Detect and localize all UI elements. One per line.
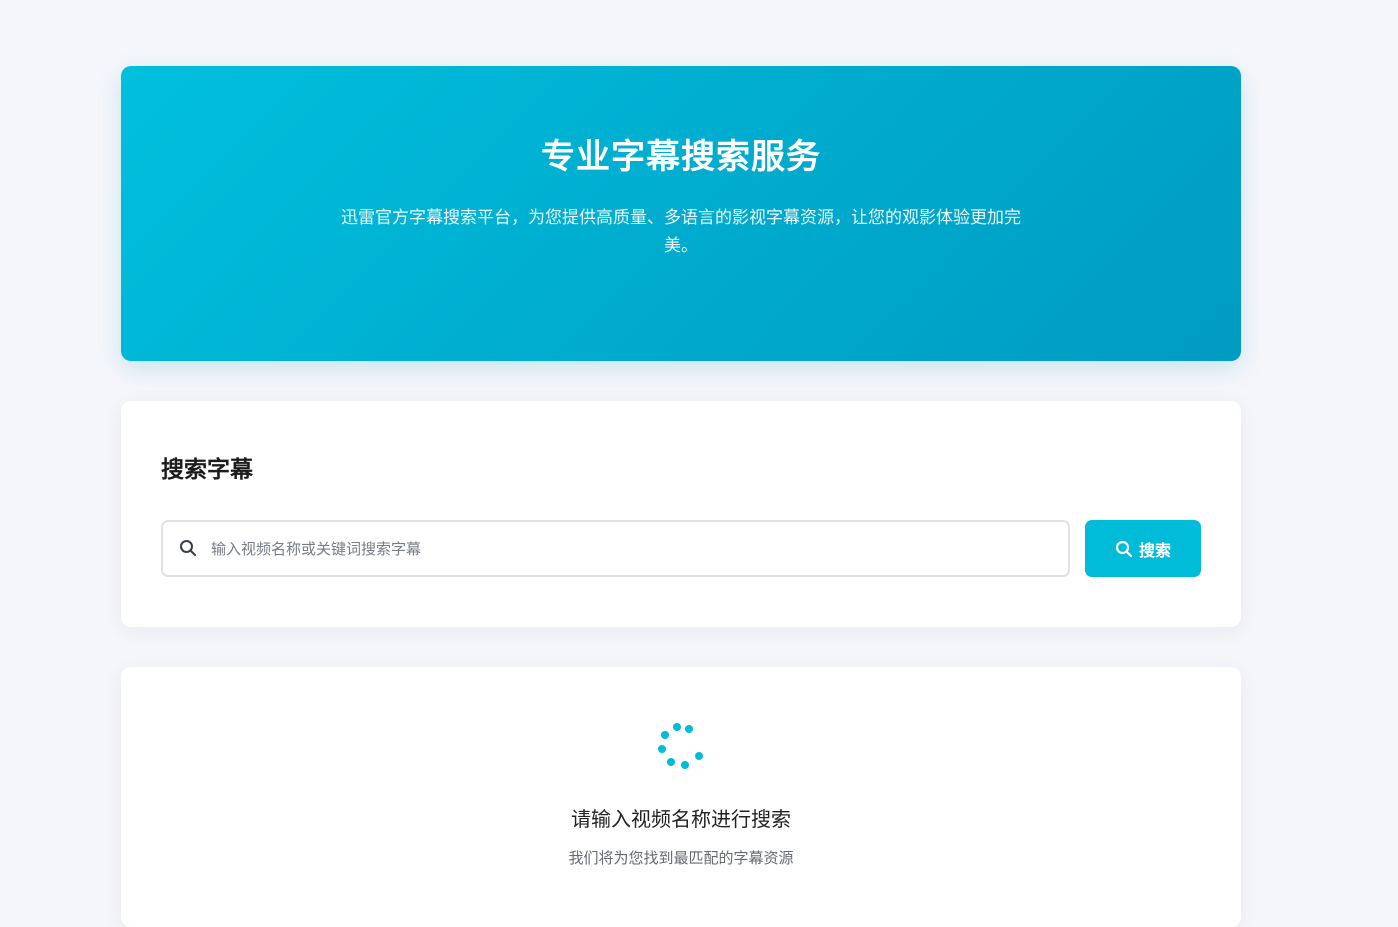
search-box[interactable] — [161, 520, 1070, 577]
hero-banner: 专业字幕搜索服务 迅雷官方字幕搜索平台，为您提供高质量、多语言的影视字幕资源，让… — [121, 66, 1241, 361]
hero-subtitle: 迅雷官方字幕搜索平台，为您提供高质量、多语言的影视字幕资源，让您的观影体验更加完… — [341, 208, 1021, 256]
search-button-label: 搜索 — [1138, 540, 1171, 560]
search-button[interactable]: 搜索 — [1085, 520, 1201, 577]
search-icon — [180, 540, 196, 556]
search-card: 搜索字幕 搜索 — [121, 401, 1241, 627]
search-section-title: 搜索字幕 — [161, 457, 253, 483]
search-input[interactable] — [211, 522, 1051, 575]
results-card: 请输入视频名称进行搜索 我们将为您找到最匹配的字幕资源 — [121, 667, 1241, 927]
search-icon — [1115, 540, 1133, 557]
hero-title: 专业字幕搜索服务 — [541, 137, 821, 177]
empty-state-subtitle: 我们将为您找到最匹配的字幕资源 — [568, 849, 794, 867]
spinner-icon — [658, 723, 703, 769]
empty-state-title: 请输入视频名称进行搜索 — [571, 807, 791, 831]
